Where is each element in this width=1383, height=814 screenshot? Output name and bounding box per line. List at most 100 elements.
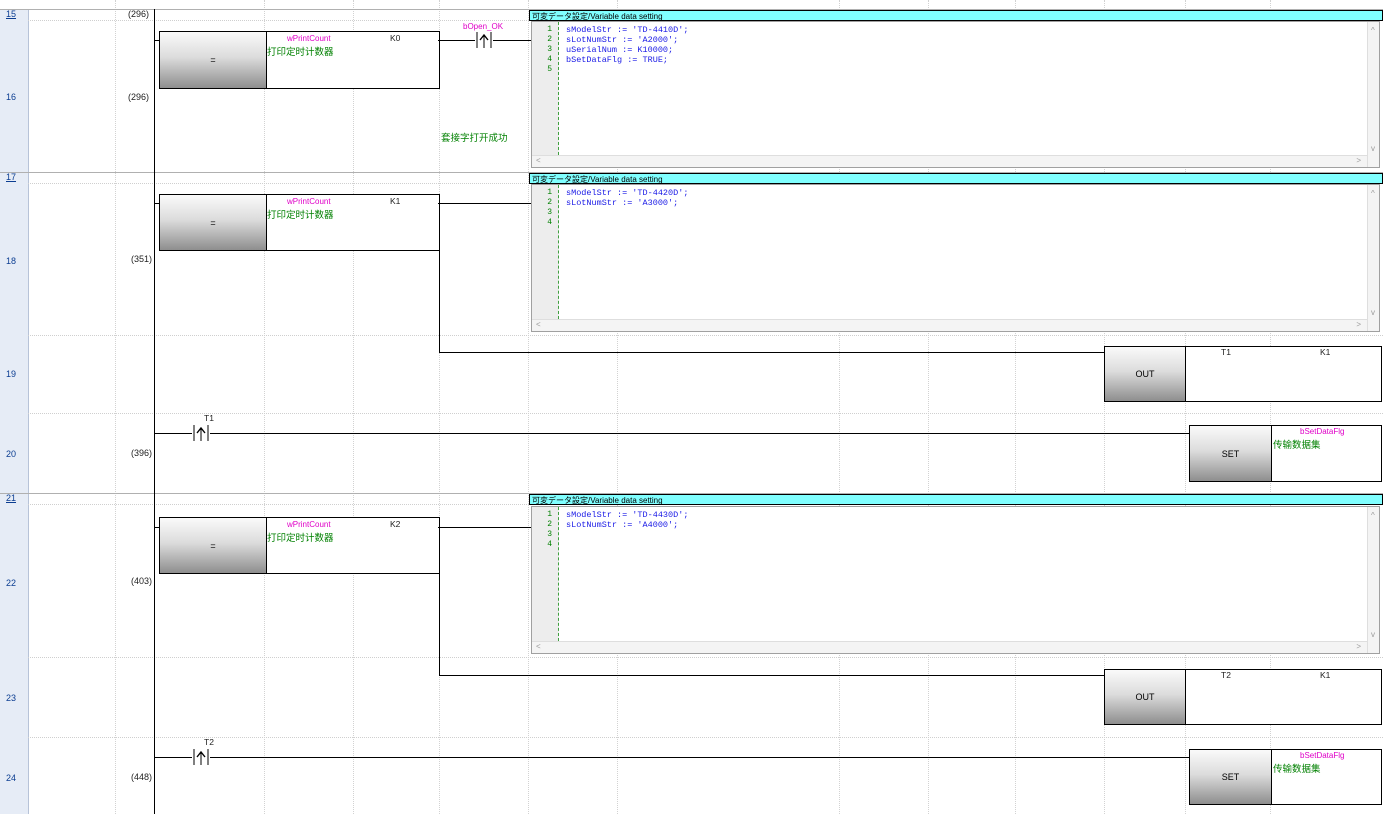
device-name[interactable]: bOpen_OK xyxy=(463,22,503,31)
scroll-left-icon[interactable]: < xyxy=(536,320,541,329)
device-name[interactable]: wPrintCount xyxy=(287,197,331,206)
row-header-23[interactable]: 23 xyxy=(0,657,29,737)
compare-operator: = xyxy=(160,32,267,88)
row-header-22[interactable]: 22 xyxy=(0,504,29,657)
set-instruction[interactable]: SET xyxy=(1189,749,1382,805)
scroll-up-icon[interactable]: ^ xyxy=(1371,189,1375,198)
rung-wire xyxy=(439,352,1105,353)
rung-wire xyxy=(438,527,531,528)
constant-value[interactable]: K1 xyxy=(390,196,400,206)
code-line[interactable]: sModelStr := 'TD-4420D'; xyxy=(566,188,688,198)
out-timer-instruction-t1[interactable]: OUT xyxy=(1104,346,1382,402)
scroll-down-icon[interactable]: v xyxy=(1371,144,1375,153)
code-line[interactable]: sModelStr := 'TD-4430D'; xyxy=(566,510,688,520)
row-header-16[interactable]: 16 xyxy=(0,20,29,172)
compare-operator: = xyxy=(160,195,267,250)
step-number: (403) xyxy=(131,576,153,586)
row-header-18[interactable]: 18 xyxy=(0,183,29,335)
out-timer-instruction-t2[interactable]: OUT xyxy=(1104,669,1382,725)
out-operator: OUT xyxy=(1105,347,1186,401)
horizontal-scrollbar[interactable]: < > xyxy=(532,319,1367,331)
row-divider xyxy=(28,413,1383,414)
contact-device[interactable]: T2 xyxy=(204,737,214,747)
horizontal-scrollbar[interactable]: < > xyxy=(532,155,1367,167)
timer-setting[interactable]: K1 xyxy=(1320,347,1330,357)
grid-column-line xyxy=(353,0,354,814)
set-instruction[interactable]: SET xyxy=(1189,425,1382,482)
scroll-right-icon[interactable]: > xyxy=(1356,320,1361,329)
st-code-editor[interactable]: 1 2 3 4 5 sModelStr := 'TD-4410D'; sLotN… xyxy=(531,21,1380,168)
device-name[interactable]: wPrintCount xyxy=(287,34,331,43)
rung-wire xyxy=(210,433,1190,434)
device-name[interactable]: bSetDataFlg xyxy=(1300,751,1344,760)
rung-wire xyxy=(439,675,1105,676)
timer-device[interactable]: T2 xyxy=(1221,670,1231,680)
row-header-15[interactable]: 15 xyxy=(0,9,29,20)
out-operator: OUT xyxy=(1105,670,1186,724)
rising-edge-contact-icon[interactable] xyxy=(192,424,210,442)
scroll-left-icon[interactable]: < xyxy=(536,156,541,165)
row-number: 19 xyxy=(6,369,17,379)
set-operator: SET xyxy=(1190,750,1272,804)
st-code-editor[interactable]: 1 2 3 4 sModelStr := 'TD-4420D'; sLotNum… xyxy=(531,184,1380,332)
row-number: 17 xyxy=(6,172,17,182)
row-header-20[interactable]: 20 xyxy=(0,413,29,493)
contact-device[interactable]: T1 xyxy=(204,413,214,423)
row-header-21[interactable]: 21 xyxy=(0,493,29,504)
scroll-up-icon[interactable]: ^ xyxy=(1371,26,1375,35)
line-number: 4 xyxy=(547,55,552,64)
device-comment: 传输数据集 xyxy=(1273,764,1321,775)
line-number: 1 xyxy=(547,188,552,197)
rising-edge-contact-icon[interactable] xyxy=(192,748,210,766)
row-header-19[interactable]: 19 xyxy=(0,335,29,413)
rung-wire xyxy=(154,433,192,434)
constant-value[interactable]: K0 xyxy=(390,33,400,43)
constant-value[interactable]: K2 xyxy=(390,519,400,529)
fbd-header[interactable]: 可変データ設定/Variable data setting xyxy=(529,173,1383,184)
fbd-header[interactable]: 可変データ設定/Variable data setting xyxy=(529,494,1383,505)
step-number: (296) xyxy=(128,92,150,102)
scroll-right-icon[interactable]: > xyxy=(1356,156,1361,165)
scroll-down-icon[interactable]: v xyxy=(1371,630,1375,639)
fbd-header[interactable]: 可変データ設定/Variable data setting xyxy=(529,10,1383,21)
row-number: 20 xyxy=(6,449,17,459)
code-line[interactable]: sLotNumStr := 'A2000'; xyxy=(566,35,678,45)
scroll-up-icon[interactable]: ^ xyxy=(1371,511,1375,520)
line-number: 1 xyxy=(547,510,552,519)
st-code-editor[interactable]: 1 2 3 4 sModelStr := 'TD-4430D'; sLotNum… xyxy=(531,506,1380,654)
row-divider xyxy=(28,335,1383,336)
code-line[interactable]: sModelStr := 'TD-4410D'; xyxy=(566,25,688,35)
device-comment: 打印定时计数器 xyxy=(267,47,334,58)
code-line[interactable]: bSetDataFlg := TRUE; xyxy=(566,55,668,65)
vertical-scrollbar[interactable]: ^ v xyxy=(1367,22,1379,167)
vertical-scrollbar[interactable]: ^ v xyxy=(1367,507,1379,653)
code-line[interactable]: sLotNumStr := 'A4000'; xyxy=(566,520,678,530)
device-comment: 套接字打开成功 xyxy=(441,133,508,144)
scroll-right-icon[interactable]: > xyxy=(1356,642,1361,651)
row-header-17[interactable]: 17 xyxy=(0,172,29,183)
row-number: 22 xyxy=(6,578,17,588)
device-name[interactable]: bSetDataFlg xyxy=(1300,427,1344,436)
rung-wire xyxy=(154,757,192,758)
timer-setting[interactable]: K1 xyxy=(1320,670,1330,680)
compare-operator: = xyxy=(160,518,267,573)
vertical-scrollbar[interactable]: ^ v xyxy=(1367,185,1379,331)
row-number: 24 xyxy=(6,773,17,783)
line-number: 2 xyxy=(547,198,552,207)
rising-edge-contact-icon[interactable] xyxy=(475,31,493,49)
ladder-editor: 15 16 17 18 19 20 21 22 23 24 (296) (296… xyxy=(0,0,1383,814)
line-number: 2 xyxy=(547,520,552,529)
code-line[interactable]: uSerialNum := K10000; xyxy=(566,45,673,55)
scroll-down-icon[interactable]: v xyxy=(1371,308,1375,317)
row-header-24[interactable]: 24 xyxy=(0,737,29,814)
timer-device[interactable]: T1 xyxy=(1221,347,1231,357)
scroll-left-icon[interactable]: < xyxy=(536,642,541,651)
device-name[interactable]: wPrintCount xyxy=(287,520,331,529)
row-number: 23 xyxy=(6,693,17,703)
code-line[interactable]: sLotNumStr := 'A3000'; xyxy=(566,198,678,208)
device-comment: 打印定时计数器 xyxy=(267,533,334,544)
grid-column-line xyxy=(264,0,265,814)
rung-wire xyxy=(438,203,531,204)
horizontal-scrollbar[interactable]: < > xyxy=(532,641,1367,653)
line-number: 3 xyxy=(547,208,552,217)
